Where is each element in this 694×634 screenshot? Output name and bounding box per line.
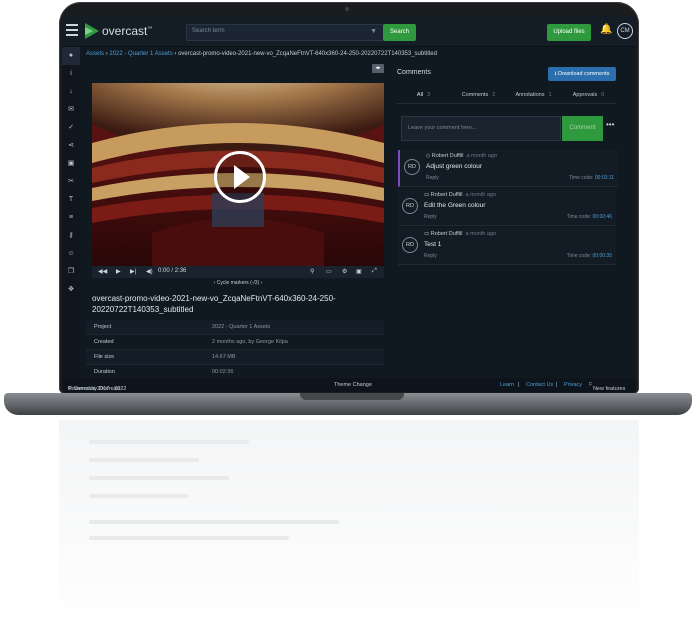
asset-metadata: Project 2022 - Quarter 1 Assets Created 2 … [86,320,384,380]
key-icon[interactable]: ⚷ [62,227,80,245]
download-comments-button[interactable]: ⭳ Download comments [548,67,616,81]
share-icon[interactable]: ⋖ [62,137,80,155]
footer-divider: | [556,382,558,388]
comment-avatar: RD [402,198,418,214]
play-overlay-icon[interactable] [214,151,266,203]
filter-icon[interactable]: ▼ [370,28,377,35]
breadcrumb-separator: › [174,51,177,57]
privacy-link[interactable]: Privacy [564,382,582,388]
contact-link[interactable]: Contact Us [526,382,553,388]
comment-text: Edit the Green colour [424,202,486,209]
comment-item[interactable]: RD ▭ Robert Duffill a month ago Edit the … [398,189,616,226]
comment-input[interactable]: Leave your comment here... [401,116,561,141]
chat-icon[interactable]: ● [62,47,80,65]
new-features-link[interactable]: ⚐ New features [588,382,625,392]
screen-reflection [59,420,639,634]
app-screen: overcast™ Search term ▼ Search Upload fi… [62,16,636,392]
search-placeholder: Search term [192,28,225,34]
meta-row: Project 2022 - Quarter 1 Assets [86,320,384,335]
comment-timecode[interactable]: Time code: 00:00:46 [567,214,612,220]
tab-divider [396,103,616,104]
breadcrumb: Assets › 2022 - Quarter 1 Assets › overc… [86,51,437,57]
logo-text[interactable]: overcast™ [102,24,152,38]
search-button[interactable]: Search [383,24,416,41]
marker-icon[interactable]: ⚲ [310,268,314,275]
comments-heading: Comments [397,69,431,76]
comment-author: ▭ Robert Duffill a month ago [424,231,497,237]
comment-icon: ▭ [424,231,431,237]
comment-icon: ▭ [424,192,431,198]
tab-comments[interactable]: Comments 2 [451,87,506,103]
logo-icon [85,23,99,39]
scissors-icon[interactable]: ✂ [62,173,80,191]
breadcrumb-file: overcast-promo-video-2021-new-vo_ZcqaNeF… [178,51,437,57]
reply-link[interactable]: Reply [424,214,437,220]
settings-icon[interactable]: ⚙ [342,268,347,275]
comment-avatar: RD [402,237,418,253]
mail-icon[interactable]: ✉ [62,101,80,119]
reply-link[interactable]: Reply [426,175,439,181]
menu-icon[interactable] [66,24,78,36]
comment-timecode[interactable]: Time code: 00:00:35 [567,253,612,259]
comment-avatar: RD [404,159,420,175]
breadcrumb-assets[interactable]: Assets [86,51,104,57]
bell-icon[interactable]: 🔔 [600,24,612,35]
rewind-icon[interactable]: ◀◀ [98,268,107,275]
top-bar: overcast™ Search term ▼ Search Upload fi… [62,16,636,47]
cycle-markers[interactable]: ‹ Cycle markers (-/3) › [92,280,384,286]
upload-files-button[interactable]: Upload files [547,24,591,41]
comment-item[interactable]: RD ▭ Robert Duffill a month ago Test 1 Re… [398,228,616,265]
comment-author: ▭ Robert Duffill a month ago [424,192,497,198]
users-icon[interactable]: ☺ [62,245,80,263]
volume-icon[interactable]: ◀) [146,268,153,275]
play-icon[interactable]: ▶ [116,268,121,275]
theme-change-link[interactable]: Theme Change [334,382,372,388]
comment-text: Test 1 [424,241,442,248]
meta-row: Created 2 months ago, by George Kilpa [86,335,384,350]
sidebar: ● i ↓ ✉ ✓ ⋖ ▣ ✂ T ≡ ⚷ ☺ ❐ ✥ [62,47,80,378]
comment-item[interactable]: RD ◇ Robert Duffill a month ago Adjust gr… [398,150,618,187]
video-controls: ◀◀ ▶ ▶| ◀) 0:00 / 2:36 ⚲ ▭ ⚙ ▣ ⤢ [92,266,384,278]
screenshot-icon[interactable]: ▣ [356,268,362,275]
meta-row: File size 14.67 MB [86,350,384,365]
tab-annotations[interactable]: Annotations 1 [506,87,561,103]
comment-author: ◇ Robert Duffill a month ago [426,153,498,159]
comment-text: Adjust green colour [426,163,483,170]
comment-timecode[interactable]: Time code: 00:03:11 [569,175,614,181]
check-icon[interactable]: ✓ [62,119,80,137]
footer: Powered by Overcast © Overcast 2017 - 20… [62,378,636,392]
camera-dot [345,7,349,11]
search-input[interactable]: Search term ▼ [186,24,384,41]
tab-all[interactable]: All 3 [396,87,451,104]
breadcrumb-separator: › [105,51,108,57]
reply-link[interactable]: Reply [424,253,437,259]
laptop-notch [300,393,404,400]
user-avatar[interactable]: CM [617,23,633,39]
footer-divider: | [518,382,520,388]
list-icon[interactable]: ≡ [62,209,80,227]
comment-placeholder: Leave your comment here... [408,125,477,131]
download-icon[interactable]: ↓ [62,83,80,101]
info-icon[interactable]: i [62,65,80,83]
copy-icon[interactable]: ❐ [62,263,80,281]
move-icon[interactable]: ✥ [62,281,80,299]
expand-panel-icon[interactable]: ◂▸ [372,64,384,73]
image-icon[interactable]: ▣ [62,155,80,173]
comment-tabs: All 3 Comments 2 Annotations 1 Approvals 0 [396,87,616,104]
comment-submit-button[interactable]: Comment [562,116,603,141]
more-options-icon[interactable]: ••• [606,120,614,129]
video-player[interactable] [92,83,384,266]
time-readout: 0:00 / 2:36 [158,268,187,274]
fullscreen-icon[interactable]: ⤢ [372,268,377,275]
step-icon[interactable]: ▶| [130,268,136,275]
text-icon[interactable]: T [62,191,80,209]
asset-title: overcast-promo-video-2021-new-vo_ZcqaNeF… [92,294,336,314]
tab-approvals[interactable]: Approvals 0 [561,87,616,103]
breadcrumb-folder[interactable]: 2022 - Quarter 1 Assets [109,51,172,57]
laptop-base [4,393,692,415]
learn-link[interactable]: Learn [500,382,514,388]
annotate-icon[interactable]: ▭ [326,268,332,275]
